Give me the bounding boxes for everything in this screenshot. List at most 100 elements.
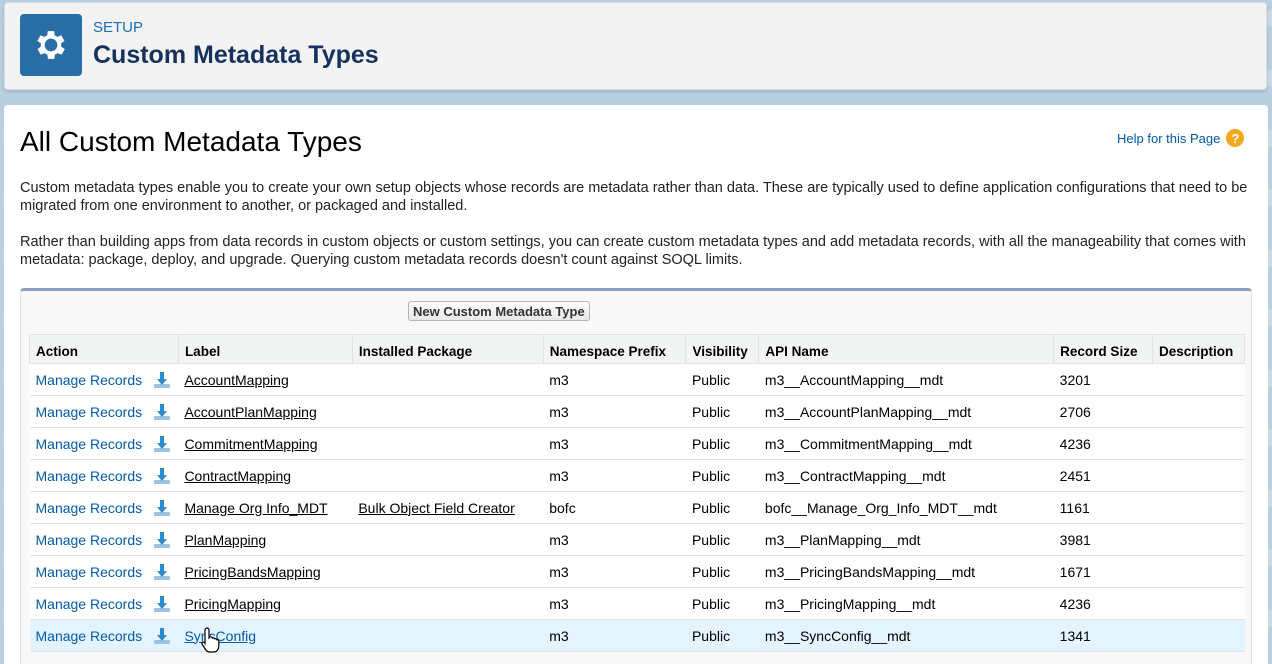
description-cell [1152,555,1245,588]
api-name-cell: m3__PricingBandsMapping__mdt [758,555,1054,588]
download-icon[interactable] [152,402,172,422]
installed-package-link[interactable]: Bulk Object Field Creator [358,500,514,516]
action-cell: Manage Records [29,363,179,396]
label-link[interactable]: CommitmentMapping [184,436,317,452]
visibility-cell: Public [685,587,759,620]
table-row[interactable]: Manage Records Manage Org Info_MDT Bulk … [29,491,1245,524]
new-custom-metadata-type-button[interactable]: New Custom Metadata Type [408,301,590,321]
download-icon[interactable] [152,434,172,454]
manage-records-link[interactable]: Manage Records [36,468,143,484]
namespace-prefix-cell: m3 [543,363,686,396]
label-link[interactable]: AccountPlanMapping [184,404,316,420]
label-link[interactable]: PlanMapping [184,532,266,548]
installed-package-cell [352,459,544,492]
description-cell [1152,459,1245,492]
manage-records-link[interactable]: Manage Records [36,628,143,644]
api-name-cell: m3__CommitmentMapping__mdt [758,427,1054,460]
api-name-cell: m3__AccountPlanMapping__mdt [758,395,1054,428]
help-link-label[interactable]: Help for this Page [1117,131,1220,146]
table-row[interactable]: Manage Records SyncConfig m3 Public m3__… [29,619,1245,652]
description-paragraph: Rather than building apps from data reco… [20,234,1246,268]
action-cell: Manage Records [29,555,179,588]
record-size-cell: 3201 [1053,363,1153,396]
action-cell: Manage Records [29,619,179,652]
installed-package-cell [352,395,544,428]
download-icon[interactable] [152,466,172,486]
description-cell [1152,363,1245,396]
column-header-api-name[interactable]: API Name [758,334,1055,364]
column-header-installed-package[interactable]: Installed Package [351,334,544,364]
record-size-cell: 4236 [1053,427,1153,460]
label-cell: PlanMapping [178,523,353,556]
record-size-cell: 1671 [1053,555,1153,588]
label-link[interactable]: Manage Org Info_MDT [184,500,327,516]
description-cell [1152,587,1245,620]
table-row[interactable]: Manage Records PricingBandsMapping m3 Pu… [29,555,1245,588]
label-link[interactable]: SyncConfig [184,628,256,644]
description-cell [1152,427,1245,460]
action-cell: Manage Records [29,491,179,524]
label-link[interactable]: ContractMapping [184,468,291,484]
table-row[interactable]: Manage Records PlanMapping m3 Public m3_… [29,523,1245,556]
visibility-cell: Public [685,395,759,428]
manage-records-link[interactable]: Manage Records [36,532,143,548]
manage-records-link[interactable]: Manage Records [36,372,143,388]
visibility-cell: Public [685,555,759,588]
column-header-label[interactable]: Label [177,334,353,364]
table-row[interactable]: Manage Records ContractMapping m3 Public… [29,459,1245,492]
page-title: All Custom Metadata Types [20,126,362,157]
manage-records-link[interactable]: Manage Records [36,404,143,420]
action-cell: Manage Records [29,395,179,428]
api-name-cell: m3__AccountMapping__mdt [758,363,1054,396]
namespace-prefix-cell: m3 [543,459,686,492]
namespace-prefix-cell: m3 [543,555,686,588]
download-icon[interactable] [152,370,172,390]
installed-package-cell [352,363,544,396]
download-icon[interactable] [152,626,172,646]
question-icon[interactable]: ? [1226,129,1245,147]
download-icon[interactable] [152,562,172,582]
visibility-cell: Public [685,459,759,492]
record-size-cell: 1341 [1053,619,1153,652]
column-header-namespace-prefix[interactable]: Namespace Prefix [542,334,687,364]
table-header-row: Action Label Installed Package Namespace… [29,334,1246,364]
table-row[interactable]: Manage Records AccountMapping m3 Public … [29,363,1245,396]
download-icon[interactable] [152,530,172,550]
installed-package-cell [352,523,544,556]
api-name-cell: m3__PlanMapping__mdt [758,523,1054,556]
manage-records-link[interactable]: Manage Records [36,564,143,580]
label-link[interactable]: PricingBandsMapping [184,564,320,580]
download-icon[interactable] [152,594,172,614]
download-icon[interactable] [152,498,172,518]
table-row[interactable]: Manage Records CommitmentMapping m3 Publ… [29,427,1245,460]
record-size-cell: 4236 [1053,587,1153,620]
label-link[interactable]: AccountMapping [184,372,288,388]
help-link[interactable]: Help for this Page ? [1117,129,1245,147]
installed-package-cell [352,619,544,652]
label-cell: ContractMapping [178,459,353,492]
label-cell: Manage Org Info_MDT [178,491,353,524]
namespace-prefix-cell: m3 [543,619,686,652]
namespace-prefix-cell: m3 [543,427,686,460]
record-size-cell: 3981 [1053,523,1153,556]
manage-records-link[interactable]: Manage Records [36,436,143,452]
namespace-prefix-cell: m3 [543,523,686,556]
visibility-cell: Public [685,427,759,460]
column-header-description[interactable]: Description [1151,334,1246,364]
label-link[interactable]: PricingMapping [184,596,281,612]
manage-records-link[interactable]: Manage Records [36,500,143,516]
installed-package-cell [352,555,544,588]
column-header-visibility[interactable]: Visibility [685,334,760,364]
setup-breadcrumb[interactable]: SETUP [93,19,143,36]
table-row[interactable]: Manage Records AccountPlanMapping m3 Pub… [29,395,1245,428]
metadata-types-table: Action Label Installed Package Namespace… [29,334,1246,652]
label-cell: SyncConfig [178,619,353,652]
label-cell: PricingBandsMapping [178,555,353,588]
label-cell: AccountPlanMapping [178,395,353,428]
action-cell: Manage Records [29,459,179,492]
column-header-record-size[interactable]: Record Size [1053,334,1153,364]
api-name-cell: m3__ContractMapping__mdt [758,459,1054,492]
action-cell: Manage Records [29,427,179,460]
table-row[interactable]: Manage Records PricingMapping m3 Public … [29,587,1245,620]
manage-records-link[interactable]: Manage Records [36,596,143,612]
